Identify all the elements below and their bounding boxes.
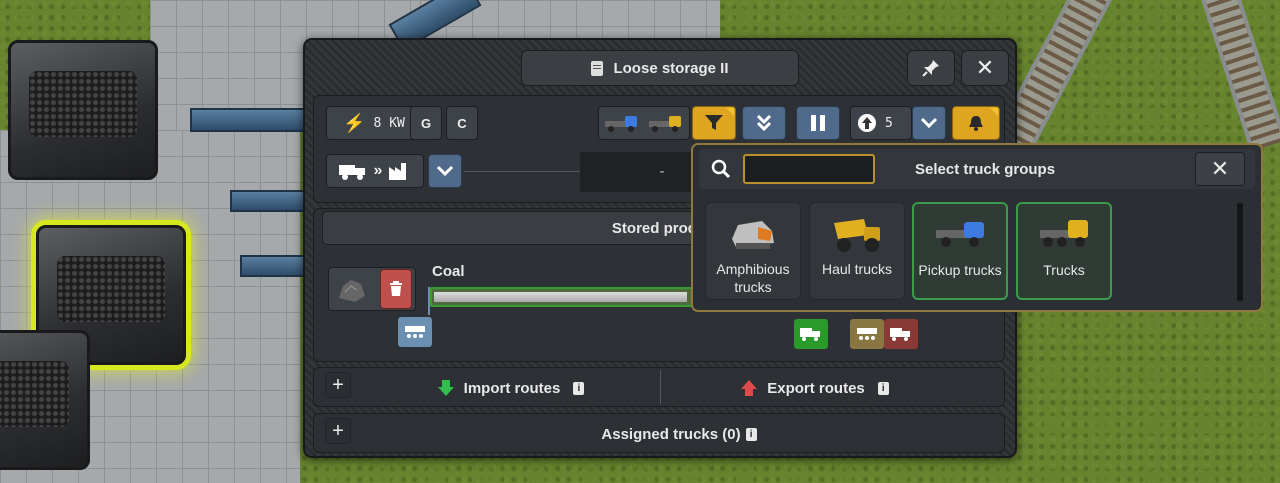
truck-icon bbox=[338, 165, 365, 180]
product-name: Coal bbox=[432, 263, 465, 280]
notification-button[interactable] bbox=[952, 106, 1000, 140]
conveyor-belt bbox=[190, 108, 310, 132]
pause-button[interactable] bbox=[796, 106, 840, 140]
bell-icon bbox=[969, 116, 983, 131]
pickup-truck-icon bbox=[936, 222, 984, 247]
product-capacity-bar bbox=[430, 287, 710, 307]
popup-scrollbar[interactable] bbox=[1237, 203, 1243, 301]
delete-product-button[interactable] bbox=[380, 269, 412, 309]
conveyor-icon bbox=[857, 328, 877, 340]
conveyor-icon bbox=[405, 326, 425, 338]
coal-product-icon bbox=[339, 280, 365, 302]
double-chevron-button[interactable] bbox=[742, 106, 786, 140]
truck-group-label: Amphibious trucks bbox=[716, 261, 790, 295]
close-icon: ✕ bbox=[1210, 156, 1230, 181]
truck-group-pickup[interactable]: Pickup trucks bbox=[912, 202, 1008, 300]
truck-icon bbox=[649, 116, 681, 132]
routes-divider bbox=[660, 370, 661, 404]
power-value: 8 KW bbox=[373, 115, 405, 131]
assigned-trucks-header[interactable]: Assigned trucks (0) i bbox=[364, 420, 994, 448]
amphibious-truck-icon bbox=[732, 221, 774, 249]
pause-icon bbox=[811, 115, 825, 131]
truck-import-tag bbox=[794, 319, 828, 349]
priority-indicator[interactable]: 5 bbox=[850, 106, 912, 140]
import-routes-button[interactable]: Import routes i bbox=[364, 374, 656, 402]
add-route-button[interactable]: + bbox=[325, 372, 351, 398]
truck-icon bbox=[800, 328, 820, 341]
g-button[interactable]: G bbox=[410, 106, 442, 140]
close-button[interactable]: ✕ bbox=[961, 50, 1009, 86]
logistics-mode-button[interactable]: » bbox=[326, 154, 424, 188]
truck-group-trucks[interactable]: Trucks bbox=[1016, 202, 1112, 300]
power-indicator[interactable]: ⚡ 8 KW bbox=[326, 106, 422, 140]
funnel-icon bbox=[705, 115, 723, 130]
conveyor-input-tag bbox=[398, 317, 432, 347]
priority-value: 5 bbox=[885, 115, 893, 131]
pin-button[interactable] bbox=[907, 50, 955, 86]
export-routes-label: Export routes bbox=[767, 379, 865, 397]
truck-icon bbox=[1040, 220, 1088, 247]
info-icon[interactable]: i bbox=[573, 381, 585, 395]
conveyor-export-tag bbox=[850, 319, 884, 349]
double-chevron-down-icon bbox=[756, 114, 772, 132]
storage-silo[interactable] bbox=[8, 40, 158, 180]
search-input[interactable] bbox=[743, 154, 875, 184]
factory-icon bbox=[389, 163, 407, 180]
document-icon bbox=[591, 60, 604, 76]
info-icon[interactable]: i bbox=[877, 381, 889, 395]
add-truck-button[interactable]: + bbox=[325, 418, 351, 444]
trash-icon bbox=[390, 281, 402, 296]
truck-icon bbox=[890, 328, 910, 341]
truck-export-tag bbox=[884, 319, 918, 349]
truck-group-haul[interactable]: Haul trucks bbox=[809, 202, 905, 300]
window-title: Loose storage II bbox=[613, 59, 729, 77]
filter-button[interactable] bbox=[692, 106, 736, 140]
lightning-icon: ⚡ bbox=[343, 112, 366, 133]
window-title-bar[interactable]: Loose storage II bbox=[521, 50, 799, 86]
close-icon: ✕ bbox=[975, 55, 995, 80]
assigned-trucks-panel: + Assigned trucks (0) i bbox=[313, 413, 1005, 453]
select-truck-groups-popup: Select truck groups ✕ Amphibious trucks … bbox=[691, 143, 1263, 312]
pickup-truck-icon bbox=[605, 116, 637, 132]
priority-dropdown-button[interactable] bbox=[912, 106, 946, 140]
truck-group-label: Haul trucks bbox=[821, 261, 893, 277]
chevron-down-icon bbox=[436, 165, 454, 177]
product-capacity-fill bbox=[434, 292, 687, 302]
truck-group-label: Trucks bbox=[1043, 262, 1085, 278]
truck-types-button[interactable] bbox=[598, 106, 690, 140]
arrow-up-circle-icon bbox=[858, 114, 876, 132]
info-icon[interactable]: i bbox=[745, 427, 757, 441]
logistics-dropdown-button[interactable] bbox=[428, 154, 462, 188]
conveyor-belt bbox=[240, 255, 310, 277]
routes-panel: + Import routes i Export routes i bbox=[313, 367, 1005, 407]
haul-truck-icon bbox=[834, 219, 880, 252]
popup-close-button[interactable]: ✕ bbox=[1195, 152, 1245, 186]
railway-track bbox=[1201, 0, 1280, 152]
import-arrow-icon bbox=[437, 380, 454, 396]
double-arrow-icon: » bbox=[373, 162, 383, 179]
import-routes-label: Import routes bbox=[463, 379, 561, 397]
conveyor-belt bbox=[230, 190, 310, 212]
storage-silo[interactable] bbox=[0, 330, 90, 470]
truck-group-amphibious[interactable]: Amphibious trucks bbox=[705, 202, 801, 300]
export-routes-button[interactable]: Export routes i bbox=[664, 374, 964, 402]
search-icon bbox=[711, 159, 731, 179]
export-arrow-icon bbox=[741, 380, 758, 396]
truck-group-label: Pickup trucks bbox=[918, 262, 1002, 278]
pin-icon bbox=[922, 60, 939, 77]
assigned-trucks-label: Assigned trucks (0) bbox=[601, 425, 741, 443]
route-slot-value: - bbox=[659, 163, 665, 180]
popup-header: Select truck groups ✕ bbox=[699, 149, 1255, 189]
popup-title: Select truck groups bbox=[915, 161, 1056, 178]
chevron-down-icon bbox=[920, 117, 938, 129]
c-button[interactable]: C bbox=[446, 106, 478, 140]
